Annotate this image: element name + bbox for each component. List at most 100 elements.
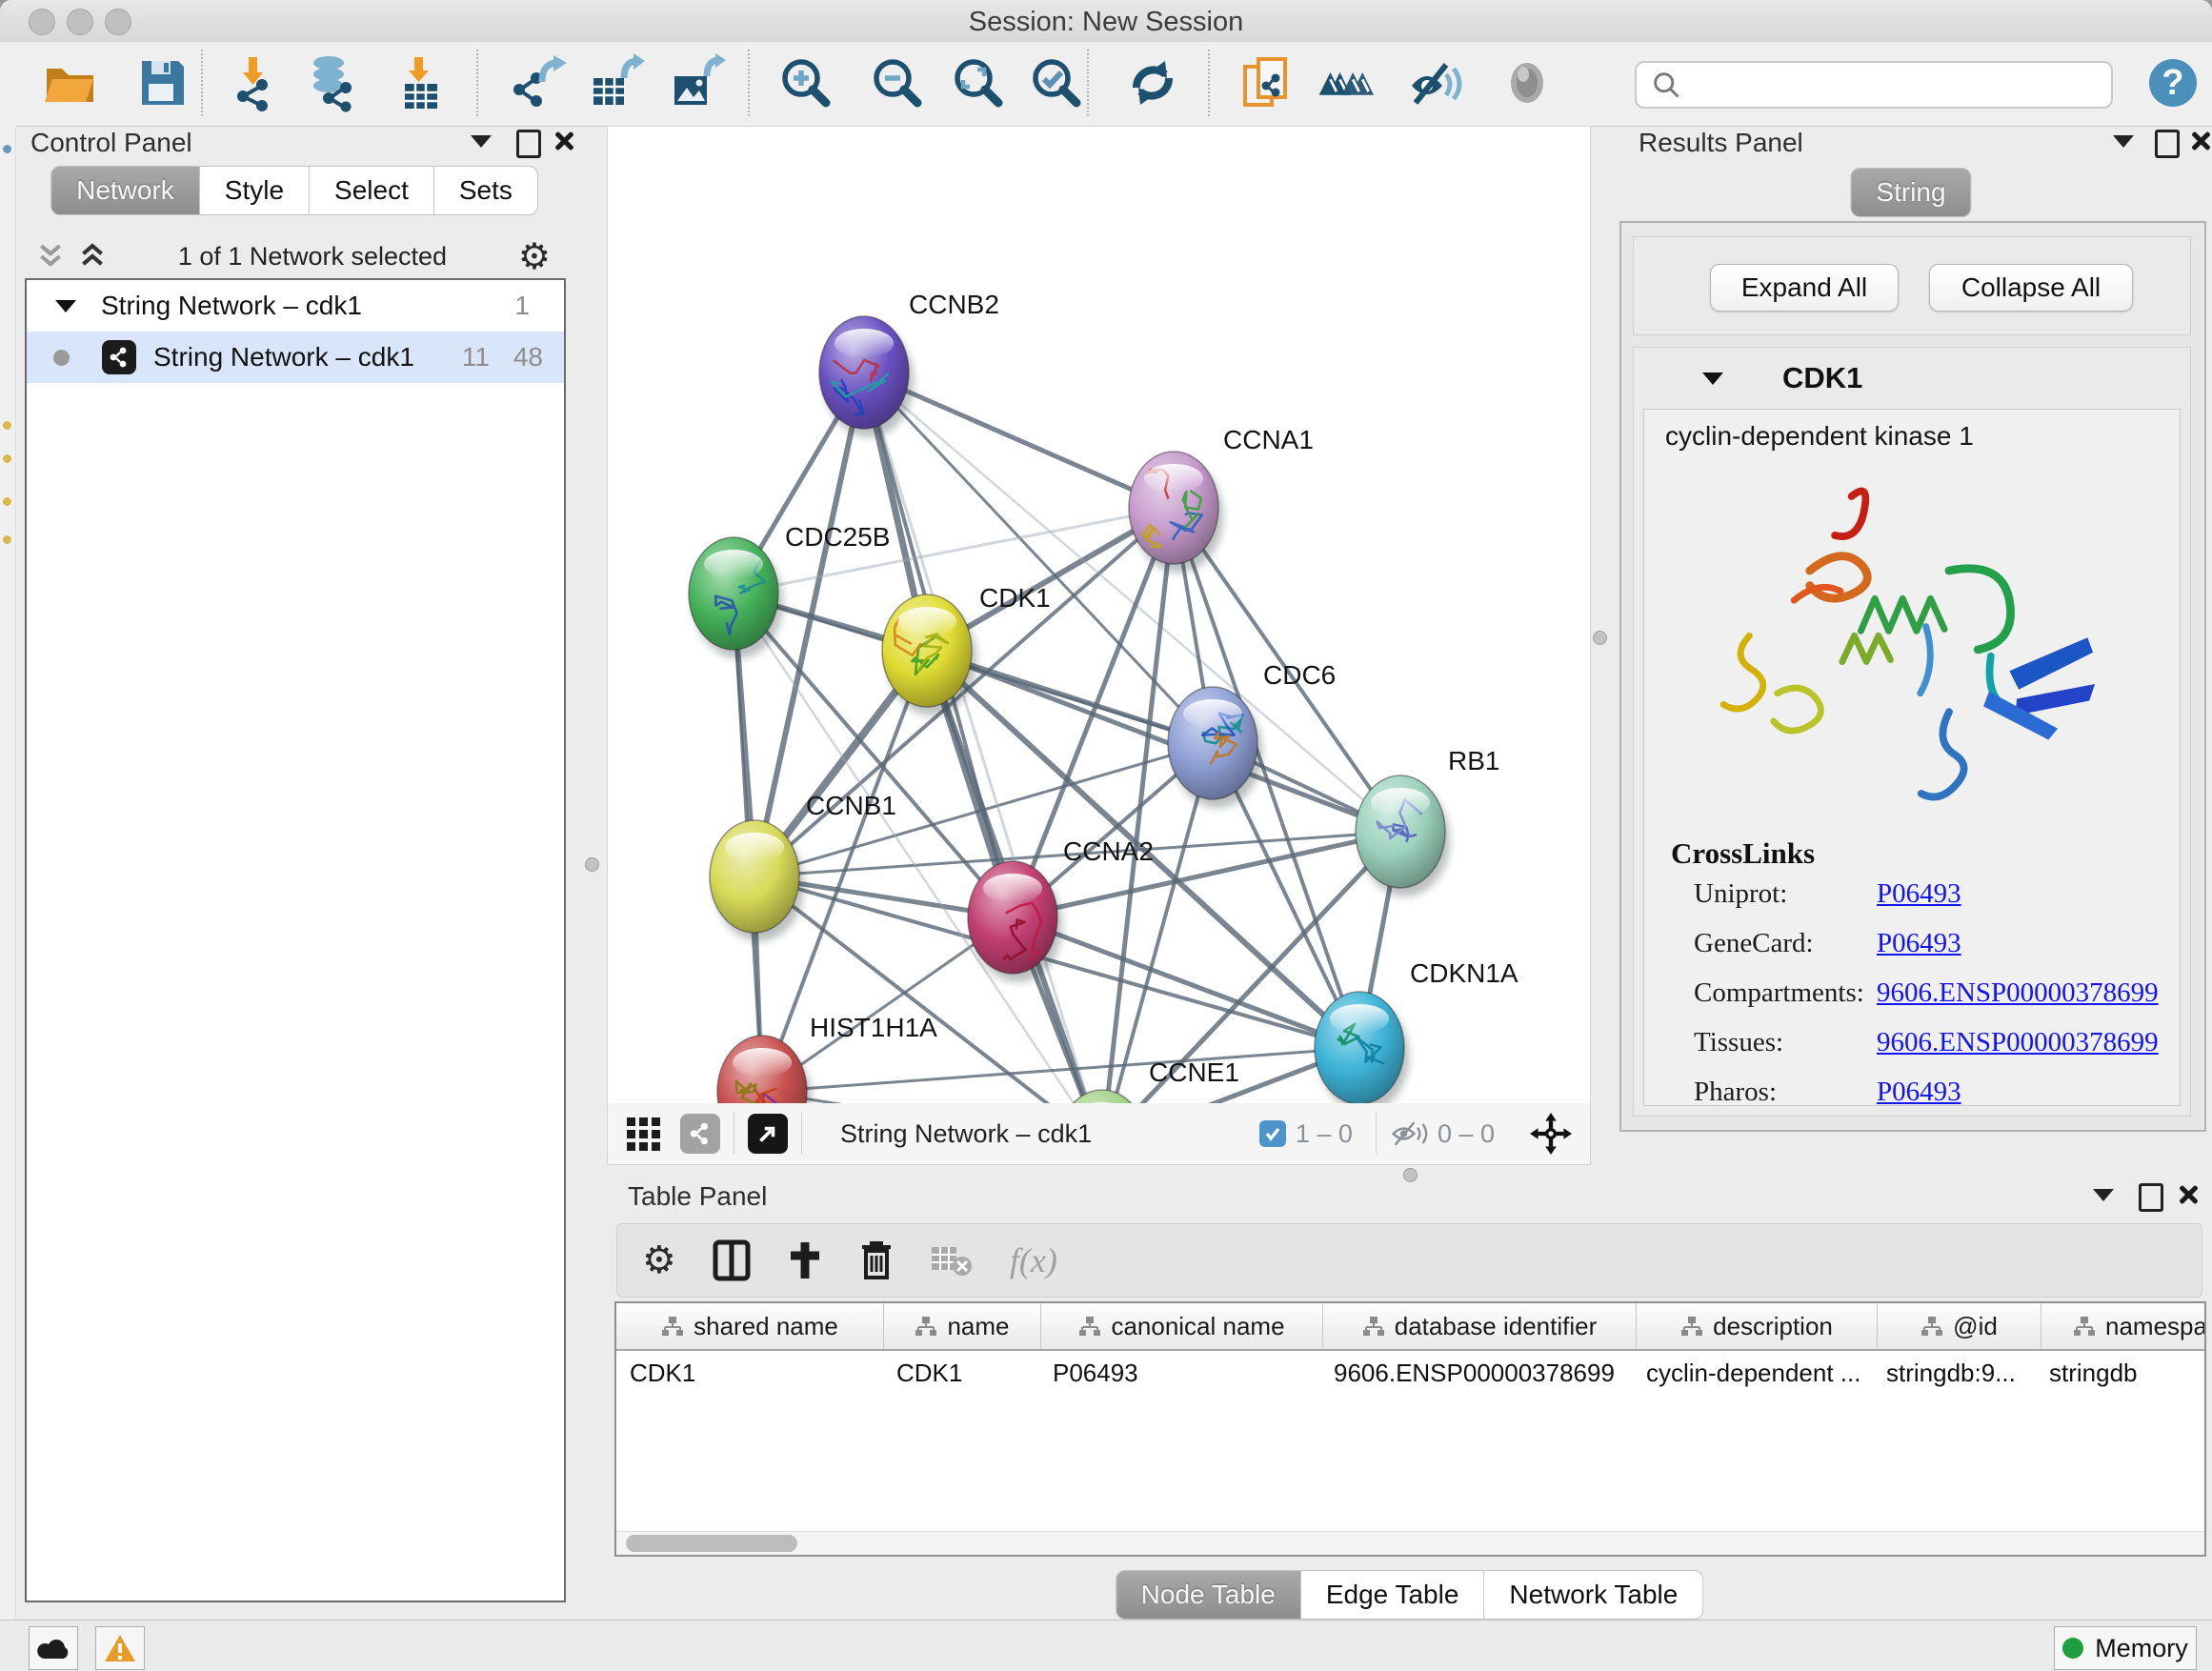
- scrollbar-thumb[interactable]: [626, 1535, 797, 1552]
- import-table-icon[interactable]: [392, 53, 451, 112]
- tab-node-table[interactable]: Node Table: [1116, 1570, 1301, 1620]
- string-view-icon[interactable]: [680, 1114, 720, 1154]
- crosslink-value-link[interactable]: 9606.ENSP00000378699: [1877, 1027, 2159, 1058]
- results-panel-float-icon[interactable]: [2155, 130, 2180, 158]
- table-options-gear-icon[interactable]: ⚙: [642, 1238, 676, 1282]
- delete-table-icon[interactable]: [930, 1243, 974, 1278]
- open-session-icon[interactable]: [39, 53, 98, 112]
- network-node-CCNB2[interactable]: [819, 316, 914, 437]
- network-node-RB1[interactable]: [1356, 775, 1450, 896]
- table-panel-float-icon[interactable]: [2139, 1183, 2163, 1212]
- column-header--id[interactable]: @id: [1878, 1303, 2041, 1349]
- add-column-icon[interactable]: [787, 1240, 823, 1280]
- zoom-selected-icon[interactable]: [1027, 53, 1086, 112]
- grid-view-icon[interactable]: [625, 1114, 665, 1154]
- copy-network-icon[interactable]: [1237, 53, 1297, 112]
- export-table-icon[interactable]: [586, 53, 645, 112]
- column-header-description[interactable]: description: [1637, 1303, 1878, 1349]
- memory-button[interactable]: Memory: [2054, 1626, 2197, 1670]
- expand-all-icon[interactable]: [78, 242, 107, 271]
- table-panel-menu-icon[interactable]: [2093, 1189, 2114, 1201]
- network-node-CDKN1A[interactable]: [1315, 992, 1409, 1104]
- crosslink-row: Uniprot:P06493: [1694, 878, 2161, 928]
- cloud-status-button[interactable]: [29, 1626, 78, 1670]
- crosslink-value-link[interactable]: P06493: [1877, 1077, 1961, 1108]
- export-network-icon[interactable]: [508, 53, 567, 112]
- protein-card-collapse-icon[interactable]: [1702, 372, 1723, 385]
- table-row[interactable]: CDK1CDK1P064939606.ENSP00000378699cyclin…: [616, 1351, 2204, 1395]
- left-splitter-handle[interactable]: [585, 857, 599, 872]
- import-network-file-icon[interactable]: [226, 53, 285, 112]
- pan-crosshair-icon[interactable]: [1529, 1112, 1573, 1156]
- selected-nodes-checkbox[interactable]: [1259, 1120, 1286, 1147]
- tab-network[interactable]: Network: [50, 166, 200, 215]
- network-canvas[interactable]: CCNB2CCNA1CDC25BCDK1CDC6RB1CCNB1CCNA2CDK…: [607, 126, 1591, 1105]
- table-panel-close-icon[interactable]: [2177, 1183, 2200, 1206]
- table-panel-tabs: Node TableEdge TableNetwork Table: [1116, 1570, 1704, 1620]
- zoom-in-icon[interactable]: [776, 53, 835, 112]
- crosslink-value-link[interactable]: P06493: [1877, 878, 1961, 910]
- open-in-window-icon[interactable]: [748, 1114, 788, 1154]
- cytoscape-window: Session: New Session: [0, 0, 2212, 1671]
- search-input[interactable]: [1690, 65, 2111, 105]
- control-panel-close-icon[interactable]: [553, 130, 575, 152]
- network-node-CCNB1[interactable]: [710, 820, 804, 941]
- column-header-namespac[interactable]: namespac: [2041, 1303, 2206, 1349]
- table-cell[interactable]: CDK1: [616, 1359, 883, 1388]
- network-node-CDC25B[interactable]: [689, 537, 783, 658]
- table-cell[interactable]: P06493: [1039, 1359, 1320, 1388]
- function-builder-icon[interactable]: f(x): [1010, 1240, 1057, 1280]
- expand-all-button[interactable]: Expand All: [1710, 264, 1899, 312]
- network-node-CDK1[interactable]: [882, 594, 976, 715]
- first-neighbors-icon[interactable]: [1316, 53, 1375, 112]
- table-horizontal-scrollbar[interactable]: [616, 1531, 2204, 1555]
- column-header-name[interactable]: name: [884, 1303, 1041, 1349]
- hide-selected-icon[interactable]: [1404, 53, 1463, 112]
- column-header-shared-name[interactable]: shared name: [616, 1303, 884, 1349]
- network-node-CDC6[interactable]: [1168, 687, 1262, 808]
- table-cell[interactable]: cyclin-dependent ...: [1633, 1359, 1873, 1388]
- table-cell[interactable]: stringdb: [2036, 1359, 2206, 1388]
- tab-string[interactable]: String: [1850, 168, 1971, 217]
- tab-sets[interactable]: Sets: [434, 166, 538, 215]
- network-selection-summary: 1 of 1 Network selected: [107, 242, 518, 272]
- help-icon[interactable]: ?: [2149, 59, 2197, 107]
- show-columns-icon[interactable]: [713, 1239, 751, 1281]
- import-network-database-icon[interactable]: [304, 53, 363, 112]
- save-session-icon[interactable]: [131, 53, 190, 112]
- table-cell[interactable]: CDK1: [883, 1359, 1039, 1388]
- tab-network-table[interactable]: Network Table: [1484, 1570, 1703, 1620]
- bottom-splitter-handle[interactable]: [1403, 1168, 1418, 1182]
- network-node-CCNA1[interactable]: [1129, 452, 1223, 573]
- zoom-fit-icon[interactable]: [949, 53, 1008, 112]
- results-panel-close-icon[interactable]: [2189, 130, 2212, 152]
- crosslink-value-link[interactable]: 9606.ENSP00000378699: [1877, 977, 2159, 1009]
- right-splitter-handle[interactable]: [1593, 631, 1607, 645]
- protein-card-header[interactable]: CDK1: [1634, 348, 2190, 409]
- tab-style[interactable]: Style: [200, 166, 310, 215]
- table-cell[interactable]: 9606.ENSP00000378699: [1320, 1359, 1633, 1388]
- delete-column-icon[interactable]: [859, 1239, 894, 1281]
- collapse-all-button[interactable]: Collapse All: [1929, 264, 2133, 312]
- column-header-canonical-name[interactable]: canonical name: [1041, 1303, 1323, 1349]
- apply-layout-icon[interactable]: [1123, 53, 1182, 112]
- warnings-button[interactable]: [95, 1626, 145, 1670]
- table-cell[interactable]: stringdb:9...: [1873, 1359, 2036, 1388]
- network-node-HIST1H1A[interactable]: [717, 1036, 812, 1104]
- tab-edge-table[interactable]: Edge Table: [1301, 1570, 1485, 1620]
- network-list-options-gear-icon[interactable]: ⚙: [518, 235, 551, 277]
- column-header-label: shared name: [694, 1312, 838, 1341]
- collapse-all-icon[interactable]: [36, 242, 65, 271]
- control-panel-float-icon[interactable]: [516, 130, 541, 158]
- network-collection-row[interactable]: String Network – cdk1 1: [27, 280, 564, 332]
- control-panel-menu-icon[interactable]: [471, 135, 492, 148]
- export-image-icon[interactable]: [667, 53, 726, 112]
- collection-expand-icon[interactable]: [55, 300, 76, 312]
- zoom-out-icon[interactable]: [868, 53, 927, 112]
- column-header-database-identifier[interactable]: database identifier: [1323, 1303, 1637, 1349]
- show-all-icon[interactable]: [1498, 53, 1557, 112]
- crosslink-value-link[interactable]: P06493: [1877, 928, 1961, 959]
- results-panel-menu-icon[interactable]: [2113, 135, 2134, 148]
- tab-select[interactable]: Select: [310, 166, 434, 215]
- network-row[interactable]: String Network – cdk1 11 48: [27, 332, 564, 383]
